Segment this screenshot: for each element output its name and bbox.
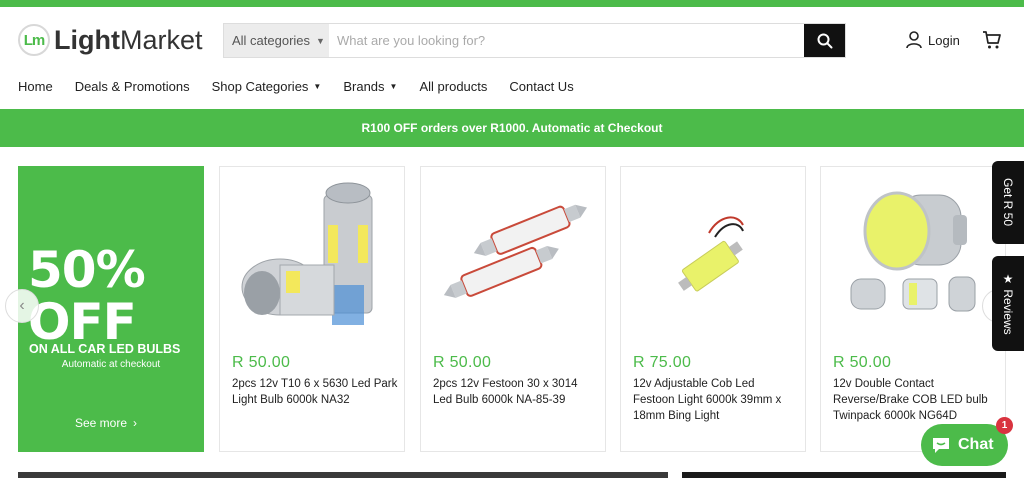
nav-item-contact[interactable]: Contact Us [509,79,573,94]
search-category-select[interactable]: All categories ▼ [224,24,329,57]
reviews-tab-label: ★ Reviews [1001,272,1015,335]
next-section-image [18,472,668,478]
site-header: Lm LightMarket All categories ▼ Login [0,7,1024,71]
next-section-image [682,472,1006,478]
product-card[interactable]: R 50.00 12v Double Contact Reverse/Brake… [820,166,1006,452]
logo-mark-icon: Lm [18,24,50,56]
nav-item-deals[interactable]: Deals & Promotions [75,79,190,94]
banner-subtitle: ON ALL CAR LED BULBS [29,342,181,356]
promo-banner[interactable]: 50% OFF ON ALL CAR LED BULBS Automatic a… [18,166,204,452]
product-title[interactable]: 12v Double Contact Reverse/Brake COB LED… [833,376,999,424]
product-price: R 75.00 [633,354,692,371]
product-price: R 50.00 [232,354,291,371]
cart-button[interactable] [982,30,1002,55]
product-card[interactable]: R 50.00 2pcs 12v T10 6 x 5630 Led Park L… [219,166,405,452]
chevron-down-icon: ▼ [389,82,398,91]
carousel-prev-button[interactable]: ‹ [5,289,39,323]
login-label: Login [928,32,960,48]
chat-label: Chat [958,436,994,453]
product-price: R 50.00 [433,354,492,371]
chat-bubble-icon [933,437,949,453]
promo-announcement-bar: R100 OFF orders over R1000. Automatic at… [0,109,1024,147]
nav-item-shop-categories[interactable]: Shop Categories ▼ [212,79,322,94]
banner-headline: 50% OFF [28,241,146,351]
site-logo[interactable]: Lm LightMarket [18,23,203,57]
nav-item-brands[interactable]: Brands ▼ [343,79,397,94]
product-title[interactable]: 12v Adjustable Cob Led Festoon Light 600… [633,376,799,424]
product-image-cob-panel [678,216,744,292]
cart-icon [983,31,1001,49]
main-nav: Home Deals & Promotions Shop Categories ▼… [18,79,596,94]
search-button[interactable] [804,24,845,57]
chat-notification-badge: 1 [996,417,1013,434]
reward-tab-label: Get R 50 [1001,178,1015,227]
chevron-down-icon: ▼ [313,82,322,91]
product-image-cob-double-contact [850,191,976,312]
search-input[interactable] [329,24,804,57]
logo-wordmark: LightMarket [54,24,203,55]
chevron-down-icon: ▼ [316,35,325,46]
search-icon [817,33,832,48]
see-more-link[interactable]: See more › [75,416,137,430]
product-image-festoon-bulbs [443,204,588,298]
promo-text: R100 OFF orders over R1000. Automatic at… [361,121,663,135]
login-link[interactable]: Login [906,31,960,49]
search-bar: All categories ▼ [223,23,846,58]
product-title[interactable]: 2pcs 12v T10 6 x 5630 Led Park Light Bul… [232,376,398,408]
banner-note: Automatic at checkout [61,359,161,370]
product-card[interactable]: R 50.00 2pcs 12v Festoon 30 x 3014 Led B… [420,166,606,452]
top-accent-strip [0,0,1024,7]
nav-item-home[interactable]: Home [18,79,53,94]
chat-button[interactable]: Chat [921,424,1008,466]
user-icon [906,31,922,49]
chevron-right-icon: › [133,416,138,430]
product-card[interactable]: R 75.00 12v Adjustable Cob Led Festoon L… [620,166,806,452]
reward-side-tab[interactable]: Get R 50 [992,161,1024,244]
search-category-label: All categories [232,33,311,48]
reviews-side-tab[interactable]: ★ Reviews [992,256,1024,351]
product-image-t10-bulb [241,182,373,325]
chevron-left-icon: ‹ [19,297,25,314]
product-price: R 50.00 [833,354,892,371]
product-title[interactable]: 2pcs 12v Festoon 30 x 3014 Led Bulb 6000… [433,376,599,408]
nav-item-all-products[interactable]: All products [419,79,487,94]
